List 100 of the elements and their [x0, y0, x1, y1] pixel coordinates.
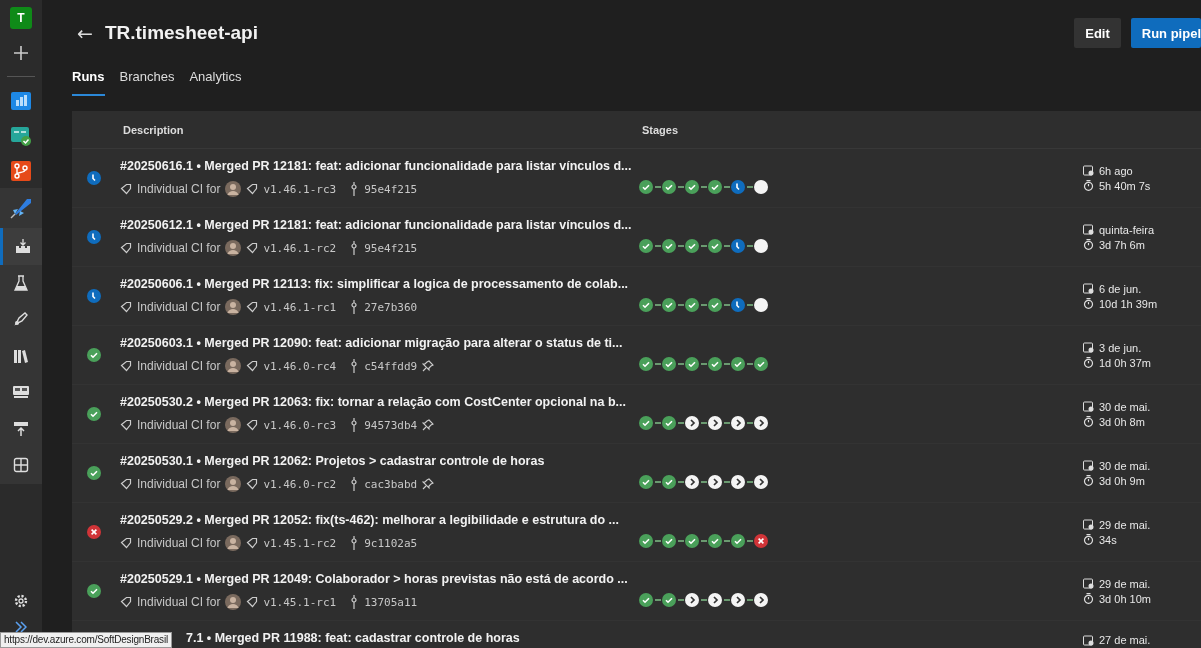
stopwatch-icon [1083, 180, 1094, 191]
stage-success-icon[interactable] [731, 357, 745, 371]
commit-hash[interactable]: 95e4f215 [364, 241, 418, 255]
stage-skipped-icon[interactable] [708, 593, 722, 607]
stage-success-icon[interactable] [662, 357, 676, 371]
url-tooltip: https://dev.azure.com/SoftDesignBrasil [0, 632, 172, 648]
stopwatch-icon [1083, 357, 1094, 368]
stage-success-icon[interactable] [708, 298, 722, 312]
stage-success-icon[interactable] [639, 239, 653, 253]
stage-success-icon[interactable] [639, 593, 653, 607]
stage-skipped-icon[interactable] [731, 416, 745, 430]
stage-success-icon[interactable] [662, 180, 676, 194]
stage-success-icon[interactable] [662, 239, 676, 253]
version-tag: v1.46.1-rc3 [263, 182, 337, 196]
run-title[interactable]: #20250530.2 • Merged PR 12063: fix: tornar a relação com CostCenter opcional na b... [120, 395, 639, 409]
commit-hash[interactable]: 94573db4 [364, 418, 418, 432]
run-title[interactable]: #20250529.2 • Merged PR 12052: fix(ts-462): melhorar a legibilidade e estrutura do ... [120, 513, 639, 527]
stage-success-icon[interactable] [708, 180, 722, 194]
calendar-icon [1083, 342, 1094, 353]
stage-success-icon[interactable] [662, 534, 676, 548]
commit-icon [349, 536, 360, 550]
stage-skipped-icon[interactable] [731, 475, 745, 489]
stage-skipped-icon[interactable] [685, 475, 699, 489]
stage-clock-icon[interactable] [731, 180, 745, 194]
stage-success-icon[interactable] [685, 298, 699, 312]
pipeline-title: TR.timesheet-api [104, 22, 258, 44]
stage-success-icon[interactable] [639, 416, 653, 430]
run-title[interactable]: #20250606.1 • Merged PR 12113: fix: simplificar a logica de processamento de colab... [120, 277, 639, 291]
commit-icon [349, 595, 360, 609]
stage-success-icon[interactable] [685, 239, 699, 253]
stage-skipped-icon[interactable] [754, 593, 768, 607]
stage-skipped-icon[interactable] [708, 475, 722, 489]
stage-pending-icon[interactable] [754, 180, 768, 194]
calendar-icon [1083, 519, 1094, 530]
back-button[interactable]: ← [77, 22, 93, 44]
run-title[interactable]: #20250529.1 • Merged PR 12049: Colaborador > horas previstas não está de acordo ... [120, 572, 639, 586]
stage-success-icon[interactable] [708, 239, 722, 253]
commit-icon [349, 241, 360, 255]
stage-clock-icon[interactable] [731, 239, 745, 253]
tab[interactable]: Branches [119, 66, 175, 96]
stage-pending-icon[interactable] [754, 298, 768, 312]
run-duration: 3d 0h 9m [1099, 474, 1145, 487]
stage-skipped-icon[interactable] [754, 416, 768, 430]
commit-hash[interactable]: 95e4f215 [364, 182, 418, 196]
stage-skipped-icon[interactable] [685, 416, 699, 430]
tag-icon [120, 419, 132, 431]
stage-success-icon[interactable] [639, 534, 653, 548]
stage-skipped-icon[interactable] [708, 416, 722, 430]
stage-pending-icon[interactable] [754, 239, 768, 253]
version-tag: v1.46.0-rc3 [263, 418, 337, 432]
stage-failed-icon[interactable] [754, 534, 768, 548]
stage-success-icon[interactable] [662, 416, 676, 430]
run-pipeline-button[interactable]: Run pipel [1130, 18, 1201, 48]
user-avatar [225, 299, 242, 315]
builds-nav-item[interactable] [0, 228, 42, 265]
trigger-text: Individual CI for [137, 536, 221, 550]
run-title[interactable]: #20250616.1 • Merged PR 12181: feat: adicionar funcionalidade para listar vínculos d... [120, 159, 639, 173]
grid-nav-item[interactable] [0, 447, 42, 484]
tab[interactable]: Analytics [189, 66, 242, 96]
stage-clock-icon[interactable] [731, 298, 745, 312]
stage-success-icon[interactable] [662, 475, 676, 489]
commit-hash[interactable]: 9c1102a5 [364, 536, 418, 550]
task-group-icon [12, 385, 30, 400]
stage-success-icon[interactable] [639, 357, 653, 371]
run-date: 29 de mai. [1099, 518, 1151, 531]
edit-button[interactable]: Edit [1074, 18, 1121, 48]
calendar-icon [1083, 401, 1094, 412]
version-tag: v1.46.0-rc4 [263, 359, 337, 373]
version-tag: v1.46.1-rc2 [263, 241, 337, 255]
stage-success-icon[interactable] [708, 357, 722, 371]
environments-nav-item[interactable] [0, 264, 42, 301]
stage-skipped-icon[interactable] [685, 593, 699, 607]
calendar-icon [1083, 224, 1094, 235]
commit-hash[interactable]: c54ffdd9 [364, 359, 418, 373]
stage-success-icon[interactable] [685, 180, 699, 194]
stage-skipped-icon[interactable] [754, 475, 768, 489]
trigger-text: Individual CI for [137, 477, 221, 491]
commit-icon [349, 359, 360, 373]
stage-success-icon[interactable] [685, 534, 699, 548]
stage-success-icon[interactable] [639, 475, 653, 489]
trigger-text: Individual CI for [137, 182, 221, 196]
stage-skipped-icon[interactable] [731, 593, 745, 607]
run-title[interactable]: #20250603.1 • Merged PR 12090: feat: adicionar migração para alterar o status de ti... [120, 336, 639, 350]
library-icon [13, 347, 29, 364]
run-title[interactable]: #20250612.1 • Merged PR 12181: feat: adicionar funcionalidade para listar vínculos d... [120, 218, 639, 232]
stage-success-icon[interactable] [662, 593, 676, 607]
tab[interactable]: Runs [72, 66, 105, 96]
stage-success-icon[interactable] [639, 298, 653, 312]
stage-success-icon[interactable] [754, 357, 768, 371]
run-title[interactable]: #20250530.1 • Merged PR 12062: Projetos > cadastrar controle de horas [120, 454, 639, 468]
commit-hash[interactable]: 27e7b360 [364, 300, 418, 314]
stage-success-icon[interactable] [731, 534, 745, 548]
stage-success-icon[interactable] [662, 298, 676, 312]
commit-hash[interactable]: cac3babd [364, 477, 418, 491]
stage-success-icon[interactable] [639, 180, 653, 194]
run-date: 30 de mai. [1099, 459, 1151, 472]
commit-hash[interactable]: 13705a11 [364, 595, 418, 609]
stage-success-icon[interactable] [685, 357, 699, 371]
stage-success-icon[interactable] [708, 534, 722, 548]
org-avatar[interactable]: T [10, 7, 32, 29]
